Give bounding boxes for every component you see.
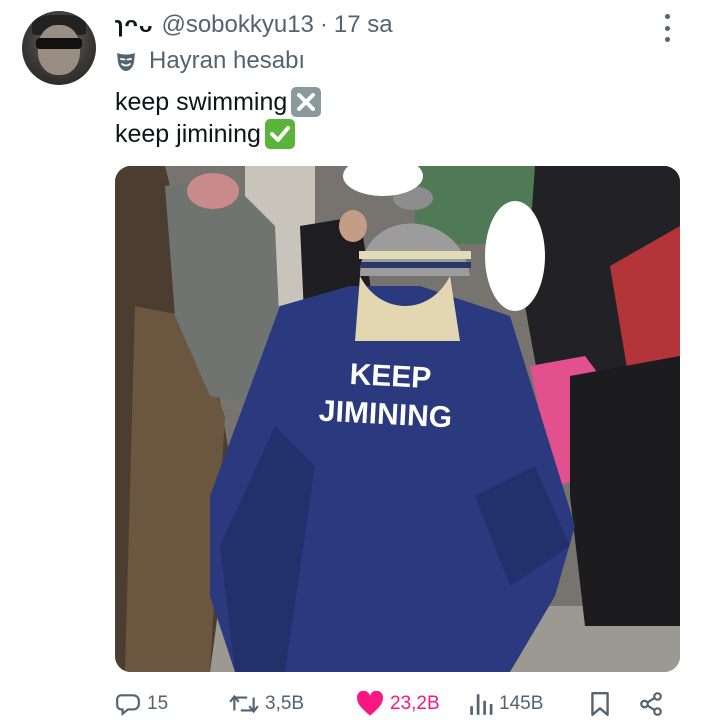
tweet-photo[interactable]: KEEP JIMINING	[115, 166, 680, 672]
avatar-face	[38, 25, 80, 75]
like-button[interactable]: 23,2B	[356, 688, 440, 720]
tweet-text: keep swimming keep jimining	[115, 86, 322, 150]
user-handle[interactable]: @sobokkyu13	[161, 11, 313, 39]
share-icon	[640, 692, 662, 716]
bookmark-button[interactable]	[589, 688, 617, 720]
like-count: 23,2B	[390, 693, 440, 714]
fan-account-row: Hayran hesabı	[115, 47, 305, 75]
more-icon[interactable]	[663, 14, 671, 42]
retweet-button[interactable]: 3,5B	[229, 688, 304, 720]
avatar-glasses	[36, 38, 82, 49]
reply-button[interactable]: 15	[115, 688, 168, 720]
tweet-time[interactable]: 17 sa	[334, 11, 393, 39]
retweet-icon	[229, 694, 259, 714]
heart-icon	[357, 691, 383, 716]
view-count: 145B	[499, 693, 544, 714]
separator-dot: ·	[319, 11, 328, 38]
tweet-line-2-text: keep jimining	[115, 120, 261, 148]
reply-count: 15	[147, 693, 169, 714]
retweet-count: 3,5B	[265, 693, 305, 714]
tweet-line-1: keep swimming	[115, 86, 322, 118]
bookmark-icon	[591, 691, 609, 717]
jacket-text-line1: KEEP	[349, 358, 432, 395]
tweet-line-1-text: keep swimming	[115, 88, 288, 116]
jacket-text-line2: JIMINING	[318, 395, 453, 435]
tweet-header: ɿᴖᴗ @sobokkyu13 · 17 sa	[115, 10, 701, 40]
tweet-line-2: keep jimining	[115, 118, 321, 150]
display-name[interactable]: ɿᴖᴗ	[115, 12, 153, 38]
photo-illustration: KEEP JIMINING	[115, 166, 680, 672]
reply-icon	[116, 694, 140, 717]
share-button[interactable]	[638, 688, 670, 720]
avatar[interactable]	[22, 11, 96, 85]
fan-account-label: Hayran hesabı	[149, 47, 306, 74]
cross-mark-emoji	[291, 87, 322, 117]
views-button[interactable]: 145B	[467, 688, 543, 720]
action-bar: 15 3,5B 23,2B 145B	[115, 688, 680, 720]
mask-icon	[117, 53, 135, 71]
check-mark-emoji	[264, 119, 295, 149]
views-icon	[470, 694, 493, 715]
